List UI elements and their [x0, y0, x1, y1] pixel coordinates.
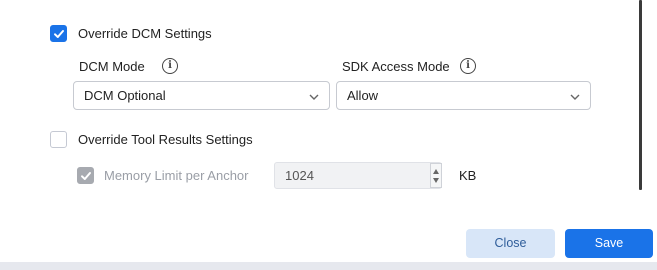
chevron-down-icon: [570, 94, 580, 100]
override-dcm-checkbox[interactable]: [50, 25, 67, 42]
dcm-mode-value: DCM Optional: [84, 88, 166, 103]
stepper-down-icon[interactable]: [433, 178, 439, 183]
memory-limit-checkbox[interactable]: [77, 167, 94, 184]
bottom-band: [0, 262, 657, 270]
save-button[interactable]: Save: [565, 229, 653, 258]
stepper-up-icon[interactable]: [433, 169, 439, 174]
dcm-mode-select[interactable]: DCM Optional: [73, 81, 330, 110]
memory-limit-value: 1024: [285, 168, 314, 183]
dcm-mode-label: DCM Mode: [79, 59, 145, 74]
checkmark-icon: [53, 29, 64, 38]
info-icon[interactable]: i: [162, 58, 178, 74]
override-dcm-label: Override DCM Settings: [78, 26, 212, 41]
override-tool-results-label: Override Tool Results Settings: [78, 132, 253, 147]
dialog-footer: [0, 218, 657, 262]
sdk-access-mode-select[interactable]: Allow: [336, 81, 591, 110]
memory-limit-label: Memory Limit per Anchor: [104, 168, 249, 183]
memory-limit-stepper[interactable]: [430, 163, 442, 188]
memory-unit-label: KB: [459, 168, 477, 183]
memory-limit-input[interactable]: 1024: [274, 162, 442, 189]
info-icon[interactable]: i: [460, 58, 476, 74]
override-tool-results-checkbox[interactable]: [50, 131, 67, 148]
sdk-access-mode-value: Allow: [347, 88, 379, 103]
sdk-access-mode-label: SDK Access Mode: [342, 59, 450, 74]
scrollbar-thumb[interactable]: [639, 0, 642, 190]
close-button[interactable]: Close: [466, 229, 555, 258]
chevron-down-icon: [309, 94, 319, 100]
checkmark-icon: [80, 171, 91, 180]
